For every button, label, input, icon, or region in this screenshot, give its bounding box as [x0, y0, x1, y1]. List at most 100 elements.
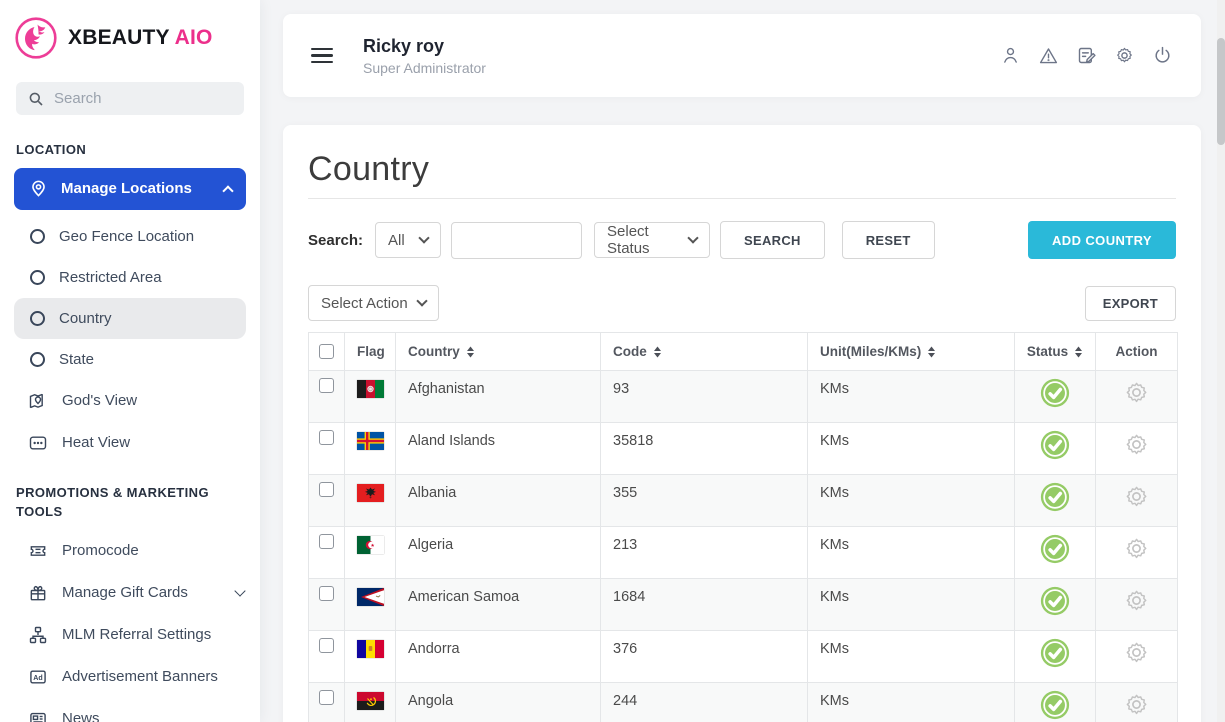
sitemap-icon: [28, 625, 48, 645]
search-input[interactable]: [54, 90, 234, 107]
table-row: Algeria213KMs: [309, 527, 1178, 579]
export-button[interactable]: EXPORT: [1085, 286, 1176, 321]
column-header-unit[interactable]: Unit(Miles/KMs): [808, 333, 1015, 371]
unit-cell: KMs: [808, 683, 1015, 722]
status-active-icon[interactable]: [1040, 690, 1070, 720]
status-active-icon[interactable]: [1040, 586, 1070, 616]
row-settings-gear-icon[interactable]: [1123, 639, 1150, 666]
page-scrollbar[interactable]: [1217, 0, 1225, 722]
row-checkbox[interactable]: [319, 638, 334, 653]
search-field-select-value: All: [388, 232, 405, 249]
row-checkbox[interactable]: [319, 586, 334, 601]
gift-icon: [28, 583, 48, 603]
radio-circle-icon: [30, 311, 45, 326]
sidebar-item-label: State: [59, 351, 94, 368]
flag-icon-dz: [357, 536, 384, 554]
chevron-down-icon: [234, 585, 245, 596]
flag-icon-ad: [357, 640, 384, 658]
flag-icon-as: [357, 588, 384, 606]
code-cell: 93: [601, 371, 808, 423]
column-header-country[interactable]: Country: [396, 333, 601, 371]
brand-name-accent: AIO: [175, 26, 213, 49]
status-active-icon[interactable]: [1040, 638, 1070, 668]
bulk-action-select-value: Select Action: [321, 295, 408, 312]
sidebar-item-manage-gift-cards[interactable]: Manage Gift Cards: [0, 572, 260, 614]
row-settings-gear-icon[interactable]: [1123, 379, 1150, 406]
map-pin-icon: [28, 179, 48, 199]
brand-name: XBEAUTY AIO: [68, 26, 213, 50]
sort-icon[interactable]: [466, 346, 475, 358]
sidebar-item-country[interactable]: Country: [14, 298, 246, 339]
code-cell: 35818: [601, 423, 808, 475]
status-select[interactable]: Select Status: [594, 222, 710, 258]
status-active-icon[interactable]: [1040, 534, 1070, 564]
main-area: Ricky roy Super Administrator: [260, 0, 1225, 722]
row-checkbox[interactable]: [319, 378, 334, 393]
header-icons: [1000, 45, 1173, 66]
sidebar-item-mlm-referral-settings[interactable]: MLM Referral Settings: [0, 614, 260, 656]
sort-icon[interactable]: [653, 346, 662, 358]
form-edit-icon[interactable]: [1076, 45, 1097, 66]
country-cell: Afghanistan: [396, 371, 601, 423]
user-info: Ricky roy Super Administrator: [363, 36, 486, 76]
add-country-button[interactable]: ADD COUNTRY: [1028, 221, 1176, 259]
sidebar-item-label: Manage Gift Cards: [62, 584, 222, 601]
row-settings-gear-icon[interactable]: [1123, 431, 1150, 458]
row-checkbox[interactable]: [319, 482, 334, 497]
search-label: Search:: [308, 232, 363, 249]
row-settings-gear-icon[interactable]: [1123, 691, 1150, 718]
sidebar-item-label: Restricted Area: [59, 269, 162, 286]
sort-icon[interactable]: [1074, 346, 1083, 358]
sidebar-item-gods-view[interactable]: God's View: [0, 380, 260, 422]
sidebar-item-promocode[interactable]: Promocode: [0, 530, 260, 572]
table-header-row: Flag Country Code: [309, 333, 1178, 371]
search-icon: [26, 89, 46, 109]
reset-button[interactable]: RESET: [842, 221, 935, 259]
warning-icon[interactable]: [1038, 45, 1059, 66]
heat-map-icon: [28, 433, 48, 453]
sidebar-item-label: God's View: [62, 392, 137, 409]
flag-icon-ax: [357, 432, 384, 450]
sort-icon[interactable]: [927, 346, 936, 358]
chevron-down-icon: [418, 232, 429, 243]
sidebar-item-advertisement-banners[interactable]: Ad Advertisement Banners: [0, 656, 260, 698]
status-active-icon[interactable]: [1040, 482, 1070, 512]
sidebar-item-label: Advertisement Banners: [62, 668, 218, 685]
user-name: Ricky roy: [363, 36, 486, 57]
row-settings-gear-icon[interactable]: [1123, 535, 1150, 562]
page-title: Country: [308, 150, 1176, 189]
row-checkbox[interactable]: [319, 690, 334, 705]
select-all-checkbox[interactable]: [319, 344, 334, 359]
sidebar-item-news[interactable]: News: [0, 698, 260, 722]
actions-row: Select Action EXPORT: [308, 285, 1176, 321]
power-icon[interactable]: [1152, 45, 1173, 66]
status-active-icon[interactable]: [1040, 378, 1070, 408]
table-row: Albania355KMs: [309, 475, 1178, 527]
column-header-code[interactable]: Code: [601, 333, 808, 371]
sidebar-item-geo-fence-location[interactable]: Geo Fence Location: [0, 216, 260, 257]
column-header-status[interactable]: Status: [1015, 333, 1096, 371]
row-settings-gear-icon[interactable]: [1123, 483, 1150, 510]
unit-cell: KMs: [808, 631, 1015, 683]
row-settings-gear-icon[interactable]: [1123, 587, 1150, 614]
sidebar-item-manage-locations[interactable]: Manage Locations: [14, 168, 246, 210]
search-button[interactable]: SEARCH: [720, 221, 825, 259]
sidebar-item-restricted-area[interactable]: Restricted Area: [0, 257, 260, 298]
search-text-input[interactable]: [451, 222, 582, 259]
sidebar-item-state[interactable]: State: [0, 339, 260, 380]
hamburger-menu-icon[interactable]: [311, 44, 333, 68]
bulk-action-select[interactable]: Select Action: [308, 285, 439, 321]
row-checkbox[interactable]: [319, 534, 334, 549]
scrollbar-thumb[interactable]: [1217, 38, 1225, 145]
code-cell: 1684: [601, 579, 808, 631]
settings-icon[interactable]: [1114, 45, 1135, 66]
sidebar-item-heat-view[interactable]: Heat View: [0, 422, 260, 464]
radio-circle-icon: [30, 352, 45, 367]
row-checkbox[interactable]: [319, 430, 334, 445]
sidebar-search[interactable]: [16, 82, 244, 115]
status-active-icon[interactable]: [1040, 430, 1070, 460]
brand[interactable]: XBEAUTY AIO: [0, 0, 260, 72]
ticket-icon: [28, 541, 48, 561]
search-field-select[interactable]: All: [375, 222, 441, 258]
user-icon[interactable]: [1000, 45, 1021, 66]
